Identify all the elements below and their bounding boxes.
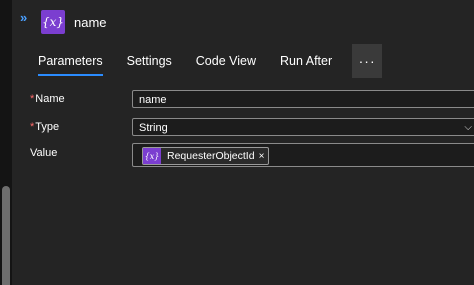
- variable-icon: {x}: [41, 10, 65, 34]
- variable-icon: {x}: [143, 148, 161, 164]
- name-label: Name: [35, 93, 65, 105]
- value-input[interactable]: {x} RequesterObjectId ×: [132, 143, 474, 167]
- close-icon[interactable]: ×: [259, 151, 269, 162]
- required-mark: *: [30, 121, 35, 133]
- dynamic-content-token[interactable]: {x} RequesterObjectId ×: [142, 147, 270, 165]
- type-label-row: *Type: [30, 121, 59, 133]
- collapse-chevron-icon[interactable]: »: [20, 10, 27, 26]
- action-title[interactable]: name: [74, 15, 107, 30]
- token-label: RequesterObjectId: [167, 150, 255, 162]
- scrollbar-thumb[interactable]: [2, 186, 10, 285]
- value-label: Value: [30, 147, 58, 159]
- tab-settings[interactable]: Settings: [127, 44, 172, 78]
- tab-bar: Parameters Settings Code View Run After …: [38, 44, 383, 78]
- type-select-value: String: [139, 122, 168, 134]
- name-input[interactable]: name: [132, 90, 474, 108]
- type-select[interactable]: String ⌵: [132, 118, 474, 136]
- name-label-row: *Name: [30, 93, 65, 105]
- chevron-down-icon: ⌵: [464, 122, 472, 133]
- more-options-button[interactable]: ···: [352, 44, 383, 78]
- tab-code-view[interactable]: Code View: [196, 44, 256, 78]
- type-label: Type: [35, 121, 60, 133]
- tab-parameters[interactable]: Parameters: [38, 44, 103, 78]
- action-panel: » {x} name Parameters Settings Code View…: [12, 0, 474, 285]
- required-mark: *: [30, 93, 35, 105]
- left-strip: [0, 0, 12, 285]
- tab-run-after[interactable]: Run After: [280, 44, 332, 78]
